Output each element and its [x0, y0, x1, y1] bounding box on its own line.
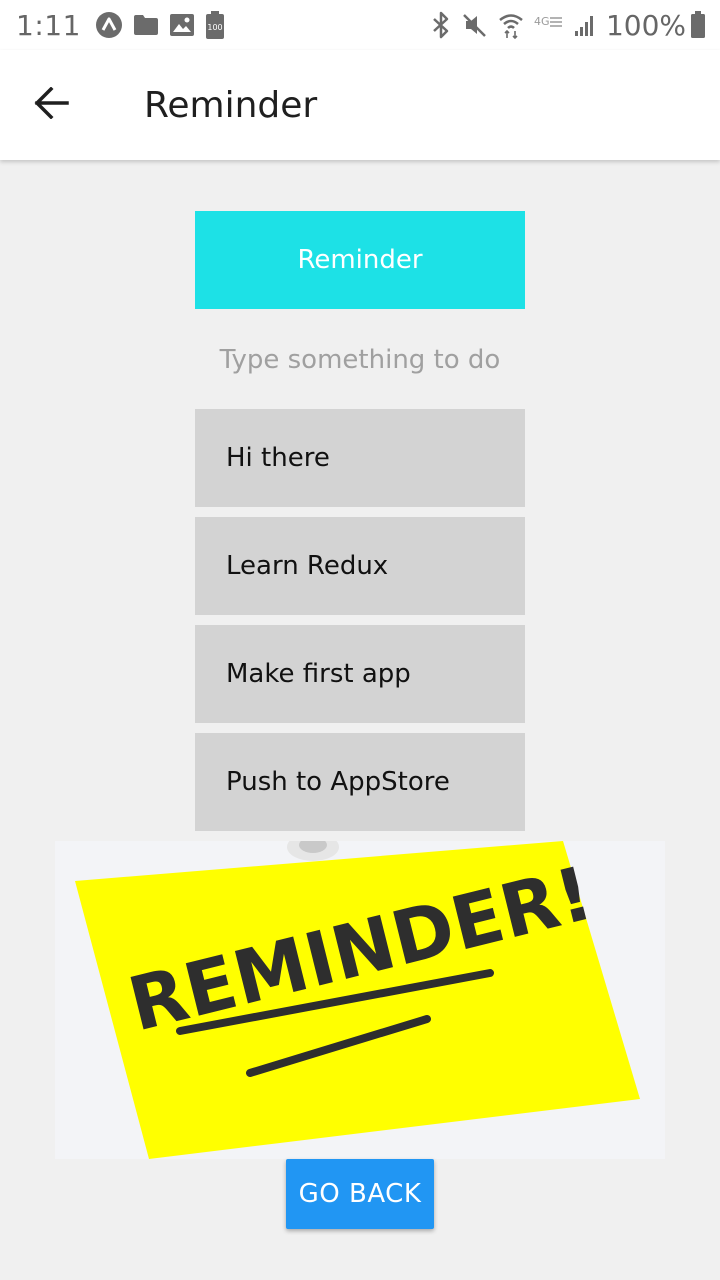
battery-saver-icon: 100: [205, 11, 225, 39]
list-item[interactable]: Make first app: [195, 625, 525, 723]
battery-icon: [690, 11, 706, 39]
todo-input[interactable]: [195, 330, 525, 390]
image-icon: [169, 13, 195, 37]
go-back-button[interactable]: GO BACK: [286, 1159, 434, 1229]
list-item-label: Make first app: [226, 659, 411, 689]
list-item-label: Learn Redux: [226, 551, 389, 581]
status-time: 1:11: [16, 8, 81, 42]
list-item-label: Push to AppStore: [226, 767, 450, 797]
status-left: 1:11 100: [16, 9, 235, 42]
list-item[interactable]: Hi there: [195, 409, 525, 507]
status-right: 4G 100%: [430, 9, 706, 42]
battery-percent: 100%: [605, 8, 686, 42]
content: Reminder Hi there Learn Redux Make first…: [0, 160, 720, 1280]
status-bar: 1:11 100 4G 100%: [0, 0, 720, 50]
signal-icon: [574, 13, 596, 37]
reminder-header-label: Reminder: [297, 245, 423, 275]
reminder-note-image: REMINDER!: [55, 841, 665, 1159]
list-item-label: Hi there: [226, 443, 330, 473]
app-bar: Reminder: [0, 50, 720, 160]
svg-text:100: 100: [207, 23, 222, 32]
svg-text:4G: 4G: [534, 15, 550, 28]
list-item[interactable]: Learn Redux: [195, 517, 525, 615]
reminder-header: Reminder: [195, 211, 525, 309]
go-back-label: GO BACK: [298, 1179, 422, 1209]
page-title: Reminder: [144, 84, 318, 126]
network-type-icon: 4G: [534, 13, 564, 37]
folder-icon: [133, 14, 159, 36]
todo-list: Hi there Learn Redux Make first app Push…: [195, 409, 525, 841]
app-a-icon: [95, 11, 123, 39]
mute-icon: [462, 12, 488, 38]
bluetooth-icon: [430, 11, 452, 39]
wifi-icon: [498, 11, 524, 39]
list-item[interactable]: Push to AppStore: [195, 733, 525, 831]
back-button[interactable]: [20, 73, 84, 137]
arrow-left-icon: [34, 86, 70, 123]
